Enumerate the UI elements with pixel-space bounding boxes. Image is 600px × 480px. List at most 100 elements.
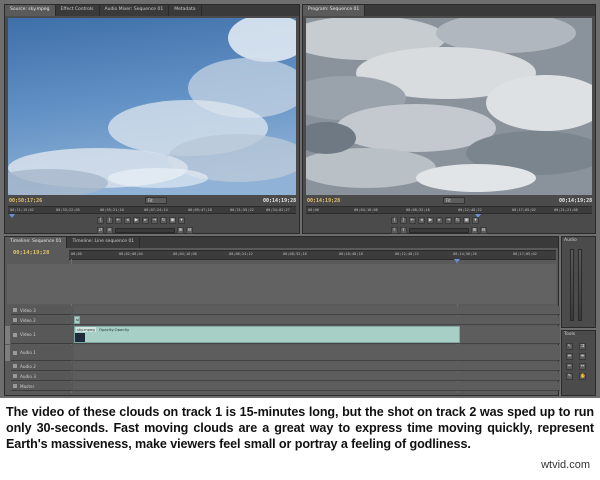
program-time-ruler[interactable]: 00;00 00;04;16;08 00;08;32;16 00;12;48;2… [306, 206, 592, 214]
tab-timeline-sequence[interactable]: Timeline: Sequence 01 [5, 237, 68, 248]
program-tabbar: Program: Sequence 01 [303, 5, 595, 16]
go-out-icon[interactable]: ⇥ [445, 217, 452, 224]
go-out-icon[interactable]: ⇥ [151, 217, 158, 224]
overlay-icon[interactable]: ⊟ [186, 227, 193, 234]
selection-tool-icon[interactable]: ↖ [566, 343, 573, 350]
program-ruler-label: 00;08;32;16 [406, 208, 430, 212]
ripple-edit-tool-icon[interactable]: ⇹ [566, 353, 573, 360]
timeline-tabbar: Timeline: Sequence 01 Timeline: Line seq… [5, 237, 558, 248]
tab-effect-controls[interactable]: Effect Controls [56, 5, 100, 16]
speaker-icon[interactable] [13, 384, 17, 388]
hand-tool-icon[interactable]: ✋ [579, 373, 586, 380]
lane-video1[interactable]: sky.mpeg Opacity:Opacity [74, 326, 560, 344]
loop-icon[interactable]: ↻ [454, 217, 461, 224]
jog-wheel[interactable] [409, 228, 469, 233]
trim-icon[interactable]: ⊞ [471, 227, 478, 234]
step-forward-icon[interactable]: ▸ [436, 217, 443, 224]
tab-metadata[interactable]: Metadata [169, 5, 202, 16]
source-ruler-label: 00;55;21;10 [100, 208, 124, 212]
mark-out-icon[interactable]: } [400, 217, 407, 224]
audio-meter-left [570, 249, 574, 321]
lane-master[interactable] [74, 382, 560, 391]
jog-wheel[interactable] [115, 228, 175, 233]
source-timecode-left[interactable]: 00;50;17;26 [9, 198, 42, 204]
set-in-icon[interactable]: ⇤ [409, 217, 416, 224]
step-back-icon[interactable]: ◂ [418, 217, 425, 224]
lane-video3[interactable] [74, 306, 560, 315]
jog-icon[interactable]: ≡ [106, 227, 113, 234]
speaker-icon[interactable] [13, 364, 17, 368]
step-forward-icon[interactable]: ▸ [142, 217, 149, 224]
source-playhead[interactable] [9, 214, 15, 218]
play-icon[interactable]: ▶ [427, 217, 434, 224]
output-icon[interactable]: ▾ [472, 217, 479, 224]
source-patch-video[interactable] [5, 326, 10, 344]
lift-icon[interactable]: ⇧ [391, 227, 398, 234]
clip-sky-mpeg[interactable]: sky.mpeg Opacity:Opacity [74, 326, 460, 343]
timeline-timecode[interactable]: 00;14;19;28 [13, 250, 49, 256]
timeline-ruler-label: 00;06;24;12 [229, 252, 253, 256]
lane-video2[interactable]: sky [74, 316, 560, 325]
program-ruler-label: 00;00 [308, 208, 319, 212]
program-timecode-left[interactable]: 00;14;19;28 [307, 198, 340, 204]
program-zoom-select[interactable]: Fit [443, 197, 465, 204]
rolling-edit-tool-icon[interactable]: ⇼ [579, 353, 586, 360]
lane-audio3[interactable] [74, 372, 560, 381]
track-header-master[interactable]: Master [11, 382, 73, 391]
timeline-ruler-label: 00;14;56;26 [453, 252, 477, 256]
output-icon[interactable]: ▾ [178, 217, 185, 224]
slip-tool-icon[interactable]: ↔ [579, 363, 586, 370]
timeline-time-ruler[interactable]: 00;00 00;02;08;04 00;04;16;08 00;06;24;1… [69, 250, 556, 260]
track-header-audio2[interactable]: Audio 2 [11, 362, 73, 371]
clip-effect-label: Opacity:Opacity [99, 327, 130, 332]
eye-icon[interactable] [13, 308, 17, 312]
source-ruler-label: 00;09;47;18 [188, 208, 212, 212]
safe-margins-icon[interactable]: ▣ [169, 217, 176, 224]
source-zoom-select[interactable]: Fit [145, 197, 167, 204]
insert-icon[interactable]: ⊞ [177, 227, 184, 234]
eye-icon[interactable] [13, 332, 17, 337]
track-header-audio3[interactable]: Audio 3 [11, 372, 73, 381]
eye-icon[interactable] [13, 318, 17, 322]
track-header-audio1[interactable]: Audio 1 [11, 345, 73, 361]
audio-meters-panel: Audio [561, 236, 596, 328]
tab-program[interactable]: Program: Sequence 01 [303, 5, 366, 16]
export-frame-icon[interactable]: ⊟ [480, 227, 487, 234]
track-select-tool-icon[interactable]: ⇉ [579, 343, 586, 350]
tab-source[interactable]: Source: sky.mpeg [5, 5, 56, 16]
extract-icon[interactable]: ⇪ [400, 227, 407, 234]
tab-audio-mixer[interactable]: Audio Mixer: Sequence 01 [100, 5, 170, 16]
tools-panel: Tools ↖ ⇉ ⇹ ⇼ ✂ ↔ ✎ ✋ [561, 330, 596, 396]
razor-tool-icon[interactable]: ✂ [566, 363, 573, 370]
timeline-ruler-label: 00;17;05;02 [513, 252, 537, 256]
track-header-video3[interactable]: Video 3 [11, 306, 73, 315]
program-ruler-label: 00;17;05;02 [512, 208, 536, 212]
speaker-icon[interactable] [13, 374, 17, 378]
loop-icon[interactable]: ↻ [160, 217, 167, 224]
source-transport-controls: { } ⇤ ◂ ▶ ▸ ⇥ ↻ ▣ ▾ [97, 217, 185, 224]
mark-out-icon[interactable]: } [106, 217, 113, 224]
clip-sky-sped-up[interactable]: sky [74, 316, 80, 324]
timeline-panel: Timeline: Sequence 01 Timeline: Line seq… [4, 236, 560, 396]
source-patch-audio[interactable] [5, 345, 10, 361]
lane-audio1[interactable] [74, 345, 560, 361]
sky-clouds-image [8, 18, 296, 195]
source-ruler-label: 00;07;24;14 [144, 208, 168, 212]
source-timecode-right: 00;14;19;28 [263, 198, 297, 204]
play-icon[interactable]: ▶ [133, 217, 140, 224]
tab-timeline-line-sequence[interactable]: Timeline: Line sequence 01 [67, 237, 141, 248]
mark-in-icon[interactable]: { [97, 217, 104, 224]
lane-audio2[interactable] [74, 362, 560, 371]
clip-thumbnail [75, 333, 85, 342]
program-transport-controls: { } ⇤ ◂ ▶ ▸ ⇥ ↻ ▣ ▾ [391, 217, 479, 224]
speaker-icon[interactable] [13, 350, 17, 355]
track-header-video2[interactable]: Video 2 [11, 316, 73, 325]
track-header-video1[interactable]: Video 1 [11, 326, 73, 344]
shuttle-icon[interactable]: ⇄ [97, 227, 104, 234]
set-in-icon[interactable]: ⇤ [115, 217, 122, 224]
step-back-icon[interactable]: ◂ [124, 217, 131, 224]
source-time-ruler[interactable]: 00;11;15;02 00;33;22;05 00;55;21;10 00;0… [8, 206, 296, 214]
safe-margins-icon[interactable]: ▣ [463, 217, 470, 224]
mark-in-icon[interactable]: { [391, 217, 398, 224]
pen-tool-icon[interactable]: ✎ [566, 373, 573, 380]
